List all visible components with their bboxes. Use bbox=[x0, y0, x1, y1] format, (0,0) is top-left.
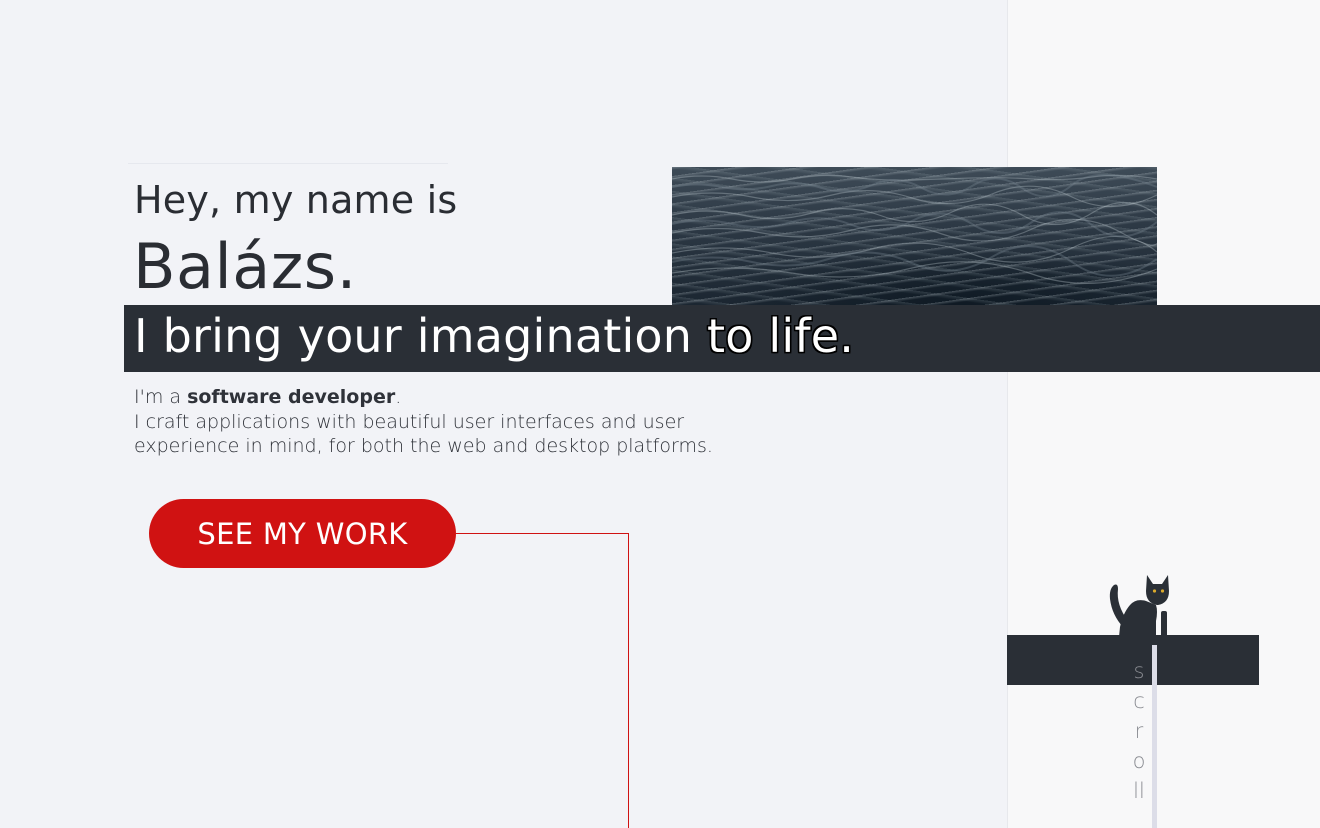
scroll-track[interactable] bbox=[1152, 645, 1157, 828]
cat-icon bbox=[1109, 575, 1169, 637]
cta-connector-vertical bbox=[628, 533, 629, 828]
intro-role: software developer bbox=[187, 386, 396, 408]
ocean-waves bbox=[672, 174, 1157, 284]
title-divider bbox=[128, 163, 448, 164]
ocean-image bbox=[672, 167, 1157, 305]
name-heading: Balázs. bbox=[133, 230, 357, 303]
tagline-outlined: to life. bbox=[706, 309, 855, 363]
cta-connector-horizontal bbox=[456, 533, 629, 534]
intro-suffix: . bbox=[395, 386, 402, 408]
intro-paragraph: I'm a software developer. I craft applic… bbox=[134, 385, 734, 459]
intro-prefix: I'm a bbox=[134, 386, 188, 408]
scroll-label: scroll bbox=[1132, 659, 1146, 803]
greeting-text: Hey, my name is bbox=[134, 178, 458, 222]
tagline-main: I bring your imagination bbox=[134, 309, 693, 363]
see-my-work-button[interactable]: SEE MY WORK bbox=[149, 499, 456, 568]
tagline: I bring your imagination to life. bbox=[134, 309, 854, 363]
cat-eye-right bbox=[1160, 589, 1165, 593]
cat-eye-left bbox=[1152, 589, 1157, 593]
right-panel bbox=[1007, 0, 1320, 828]
intro-description: I craft applications with beautiful user… bbox=[134, 410, 713, 458]
